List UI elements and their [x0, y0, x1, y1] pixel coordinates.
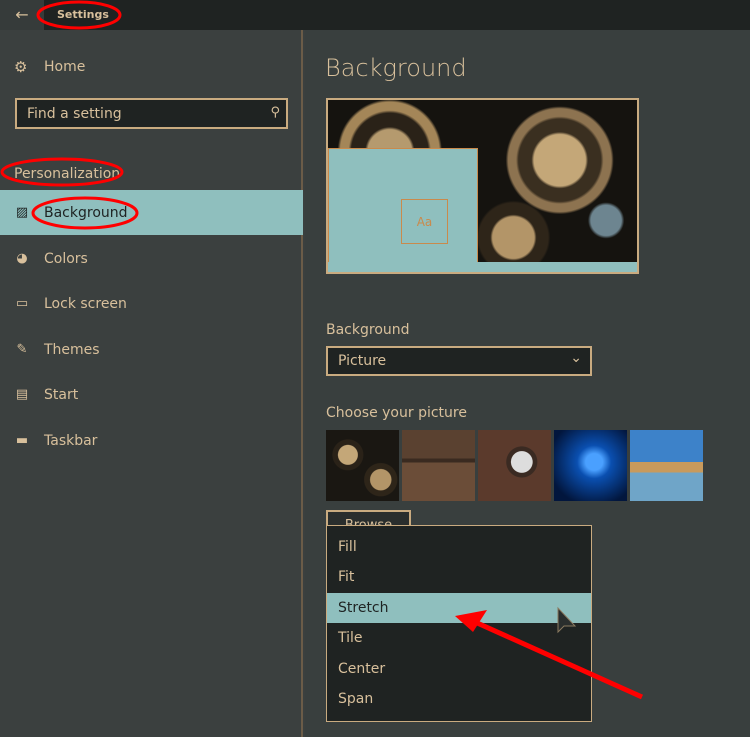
sidebar-item-label: Taskbar — [44, 432, 98, 449]
background-type-dropdown[interactable]: Picture ⌄ — [326, 346, 592, 376]
section-heading: Personalization — [14, 166, 121, 182]
sidebar: ⚙ Home Find a setting ⚲ Personalization ▨ B… — [0, 30, 303, 737]
search-icon[interactable]: ⚲ — [270, 105, 280, 120]
picture-thumbnail[interactable] — [554, 430, 627, 501]
home-link[interactable]: ⚙ Home — [14, 58, 85, 76]
picture-thumbnail[interactable] — [478, 430, 551, 501]
background-preview: Aa — [326, 98, 639, 274]
chevron-down-icon: ⌄ — [570, 350, 582, 366]
palette-icon: ◕ — [16, 251, 28, 266]
picture-thumbnails — [326, 430, 703, 501]
sidebar-item-label: Themes — [44, 341, 100, 358]
menu-item-center[interactable]: Center — [327, 654, 591, 684]
window-title: Settings — [57, 8, 109, 21]
fit-dropdown-menu: Fill Fit Stretch Tile Center Span — [326, 525, 592, 722]
sidebar-item-label: Lock screen — [44, 295, 127, 312]
preview-taskbar — [328, 262, 637, 272]
themes-icon: ✎ — [16, 342, 28, 357]
start-icon: ▤ — [15, 387, 29, 402]
picture-icon: ▨ — [15, 205, 29, 220]
home-label: Home — [44, 59, 86, 75]
sidebar-item-label: Start — [44, 386, 79, 403]
sidebar-item-lock-screen[interactable]: ▭ Lock screen — [0, 281, 303, 326]
search-placeholder: Find a setting — [27, 106, 122, 122]
menu-item-stretch[interactable]: Stretch — [327, 592, 591, 624]
search-input[interactable]: Find a setting ⚲ — [15, 98, 288, 129]
sidebar-item-label: Colors — [44, 250, 88, 267]
picture-thumbnail[interactable] — [326, 430, 399, 501]
dropdown-value: Picture — [338, 353, 387, 369]
background-label: Background — [326, 322, 410, 338]
menu-item-tile[interactable]: Tile — [327, 623, 591, 653]
menu-item-fill[interactable]: Fill — [327, 532, 591, 562]
sidebar-item-background[interactable]: ▨ Background — [0, 190, 303, 235]
gear-icon: ⚙ — [14, 58, 28, 76]
back-button[interactable]: ← — [0, 0, 44, 30]
page-title: Background — [325, 54, 467, 82]
picture-thumbnail[interactable] — [630, 430, 703, 501]
choose-picture-label: Choose your picture — [326, 405, 467, 421]
menu-item-fit[interactable]: Fit — [327, 562, 591, 592]
sidebar-item-colors[interactable]: ◕ Colors — [0, 236, 303, 281]
sidebar-item-label: Background — [44, 204, 128, 221]
sidebar-item-themes[interactable]: ✎ Themes — [0, 327, 303, 372]
picture-thumbnail[interactable] — [402, 430, 475, 501]
taskbar-icon: ▬ — [15, 433, 29, 448]
lock-screen-icon: ▭ — [15, 296, 29, 311]
menu-item-span[interactable]: Span — [327, 684, 591, 714]
preview-sample-text: Aa — [401, 199, 448, 244]
sidebar-item-start[interactable]: ▤ Start — [0, 372, 303, 417]
sidebar-item-taskbar[interactable]: ▬ Taskbar — [0, 418, 303, 463]
title-bar: ← Settings — [0, 0, 750, 30]
preview-window: Aa — [328, 148, 478, 263]
